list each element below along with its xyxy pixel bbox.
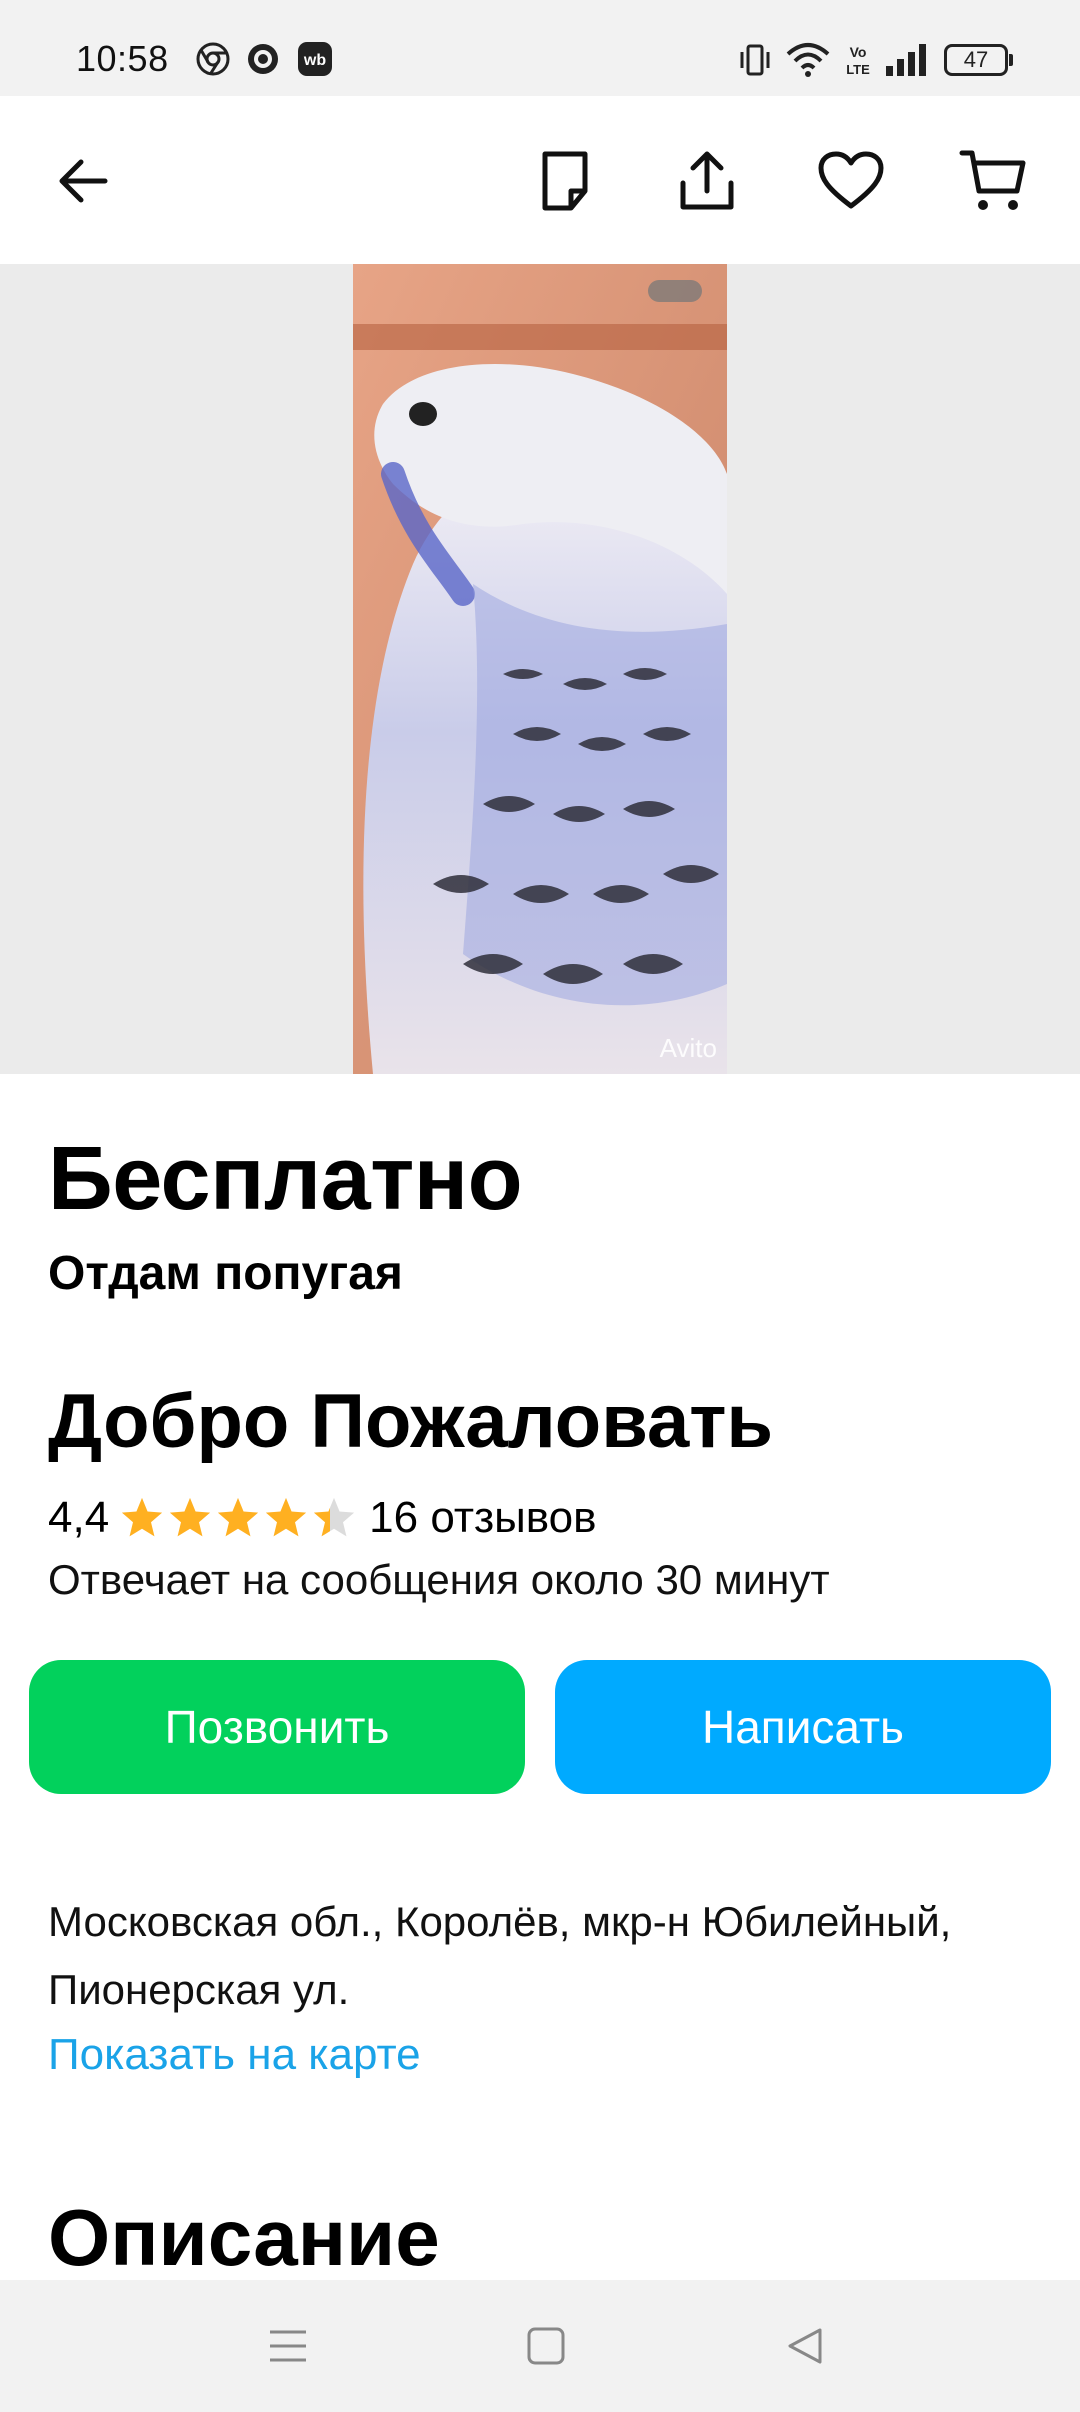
star-icon bbox=[266, 1497, 307, 1537]
menu-icon bbox=[270, 2330, 306, 2362]
photo-gallery[interactable]: Avito bbox=[0, 264, 1080, 1074]
parrot-photo bbox=[353, 264, 727, 1074]
cart-icon bbox=[959, 150, 1026, 210]
star-icon bbox=[122, 1497, 163, 1537]
show-on-map-link[interactable]: Показать на карте bbox=[48, 2030, 421, 2080]
wildberries-app-icon: wb bbox=[298, 42, 332, 76]
star-icon bbox=[170, 1497, 211, 1537]
system-nav-bar bbox=[0, 2280, 1080, 2412]
svg-text:Vo: Vo bbox=[850, 44, 867, 60]
volte-icon: Vo LTE bbox=[846, 44, 870, 77]
star-icon bbox=[314, 1497, 355, 1537]
reply-time: Отвечает на сообщения около 30 минут bbox=[48, 1556, 830, 1603]
chrome-icon bbox=[196, 42, 230, 76]
back-nav-button[interactable] bbox=[774, 2316, 834, 2376]
write-message-button[interactable]: Написать bbox=[555, 1660, 1051, 1794]
battery-icon: 47 bbox=[944, 40, 1014, 80]
seller-name[interactable]: Добро Пожаловать bbox=[48, 1378, 773, 1465]
notes-icon bbox=[542, 151, 588, 211]
back-arrow-icon bbox=[59, 159, 108, 203]
reviews-count: 16 отзывов bbox=[369, 1493, 597, 1542]
record-app-icon bbox=[248, 44, 278, 74]
back-triangle-icon bbox=[788, 2328, 822, 2364]
svg-text:LTE: LTE bbox=[846, 62, 870, 77]
svg-text:wb: wb bbox=[303, 52, 326, 69]
back-button[interactable] bbox=[38, 136, 128, 226]
vibrate-icon bbox=[740, 44, 770, 76]
favorite-button[interactable] bbox=[806, 136, 896, 226]
signal-icon bbox=[886, 44, 926, 76]
share-icon bbox=[680, 151, 734, 210]
wifi-icon bbox=[786, 43, 830, 77]
notes-button[interactable] bbox=[520, 136, 610, 226]
home-square-icon bbox=[527, 2327, 565, 2365]
listing-address: Московская обл., Королёв, мкр-н Юбилейны… bbox=[48, 1898, 952, 2013]
cart-button[interactable] bbox=[948, 136, 1038, 226]
call-button[interactable]: Позвонить bbox=[29, 1660, 525, 1794]
status-bar: 10:58 wb Vo LTE 47 bbox=[0, 0, 1080, 96]
listing-photo[interactable]: Avito bbox=[353, 264, 727, 1074]
seller-rating-row[interactable]: 4,4 16 отзывов bbox=[48, 1490, 597, 1546]
top-toolbar bbox=[0, 96, 1080, 264]
share-button[interactable] bbox=[662, 136, 752, 226]
favorite-heart-icon bbox=[818, 151, 884, 209]
star-icon bbox=[218, 1497, 259, 1537]
recent-apps-button[interactable] bbox=[258, 2316, 318, 2376]
listing-title: Отдам попугая bbox=[48, 1247, 403, 1300]
status-time: 10:58 bbox=[76, 38, 169, 79]
listing-price: Бесплатно bbox=[48, 1129, 523, 1229]
rating-score: 4,4 bbox=[48, 1493, 110, 1542]
avito-watermark: Avito bbox=[659, 1033, 717, 1063]
description-heading: Описание bbox=[48, 2193, 440, 2282]
photo-crop-badge bbox=[648, 280, 702, 302]
rating-stars bbox=[119, 1495, 359, 1541]
home-button[interactable] bbox=[516, 2316, 576, 2376]
battery-level: 47 bbox=[944, 44, 1008, 76]
